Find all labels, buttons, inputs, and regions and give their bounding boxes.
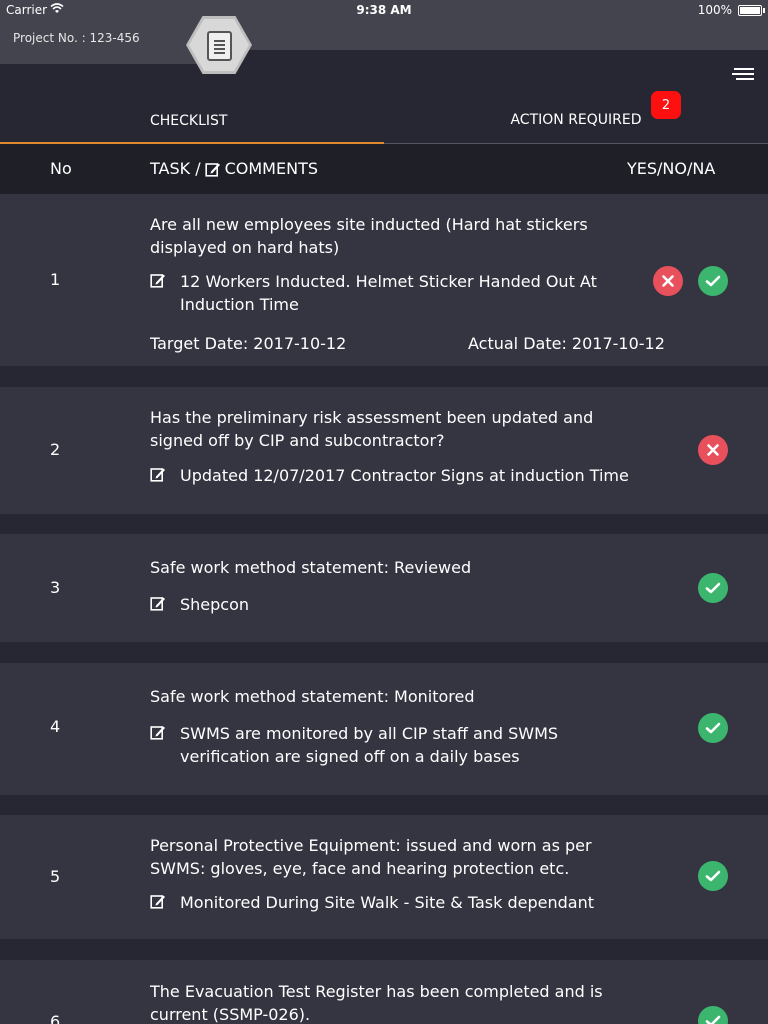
row-comment[interactable]: SWMS are monitored by all CIP staff and … (150, 722, 640, 768)
row-task: Are all new employees site inducted (Har… (150, 215, 588, 257)
edit-icon[interactable] (150, 466, 166, 482)
tab-checklist-label: CHECKLIST (150, 113, 228, 129)
check-icon (705, 870, 721, 882)
edit-icon[interactable] (150, 595, 166, 611)
status-time: 9:38 AM (356, 3, 412, 17)
checklist-row[interactable]: 1 Are all new employees site inducted (H… (0, 194, 768, 366)
edit-icon[interactable] (150, 724, 166, 740)
column-header-no: No (50, 159, 72, 178)
row-task: Has the preliminary risk assessment been… (150, 408, 594, 450)
row-number: 6 (50, 1012, 61, 1024)
table-header: No TASK / COMMENTS YES/NO/NA (0, 144, 768, 194)
checklist-row[interactable]: 2 Has the preliminary risk assessment be… (0, 387, 768, 514)
column-header-answer: YES/NO/NA (627, 159, 716, 178)
row-number: 2 (50, 440, 61, 459)
row-comment-text: 12 Workers Inducted. Helmet Sticker Hand… (180, 272, 597, 314)
battery-icon (738, 5, 765, 16)
row-number: 4 (50, 717, 61, 736)
column-header-task-prefix: TASK / (150, 159, 201, 178)
edit-icon[interactable] (150, 272, 166, 288)
row-comment[interactable]: Updated 12/07/2017 Contractor Signs at i… (150, 464, 640, 487)
row-comment[interactable]: Shepcon (150, 593, 640, 616)
check-icon (705, 1015, 721, 1024)
checklist-row[interactable]: 3 Safe work method statement: Reviewed S… (0, 534, 768, 642)
row-comment[interactable]: Monitored During Site Walk - Site & Task… (150, 891, 640, 914)
row-comment-text: Shepcon (180, 595, 250, 614)
checklist-row[interactable]: 6 The Evacuation Test Register has been … (0, 960, 768, 1024)
tab-action-required[interactable]: ACTION REQUIRED (384, 96, 768, 144)
answer-yes-button[interactable] (698, 573, 728, 603)
row-comment[interactable]: 12 Workers Inducted. Helmet Sticker Hand… (150, 270, 640, 316)
answer-no-button[interactable] (653, 266, 683, 296)
answer-yes-button[interactable] (698, 861, 728, 891)
target-date: Target Date: 2017-10-12 (150, 334, 347, 353)
row-number: 3 (50, 578, 61, 597)
checklist-row[interactable]: 4 Safe work method statement: Monitored … (0, 663, 768, 795)
answer-yes-button[interactable] (698, 1006, 728, 1024)
battery-percent: 100% (697, 3, 732, 17)
menu-icon[interactable] (732, 66, 754, 82)
edit-icon[interactable] (150, 893, 166, 909)
edit-icon (205, 162, 220, 177)
tab-action-required-label: ACTION REQUIRED (510, 111, 642, 128)
x-icon (662, 275, 674, 287)
checklist-row[interactable]: 5 Personal Protective Equipment: issued … (0, 815, 768, 939)
tab-checklist[interactable]: CHECKLIST (0, 96, 384, 144)
actual-date: Actual Date: 2017-10-12 (468, 334, 665, 353)
action-required-badge: 2 (651, 91, 681, 119)
column-header-task-suffix: COMMENTS (224, 159, 318, 178)
x-icon (707, 444, 719, 456)
answer-yes-button[interactable] (698, 713, 728, 743)
check-icon (705, 582, 721, 594)
answer-yes-button[interactable] (698, 266, 728, 296)
answer-no-button[interactable] (698, 435, 728, 465)
row-number: 5 (50, 867, 61, 886)
header-bar (220, 20, 768, 50)
document-icon[interactable] (207, 31, 232, 61)
row-comment-text: Monitored During Site Walk - Site & Task… (180, 893, 594, 912)
check-icon (705, 275, 721, 287)
row-comment-text: SWMS are monitored by all CIP staff and … (180, 724, 559, 766)
row-comment-text: Updated 12/07/2017 Contractor Signs at i… (180, 466, 629, 485)
project-number: Project No. : 123-456 (13, 31, 140, 45)
row-task: Safe work method statement: Reviewed (150, 558, 472, 577)
check-icon (705, 722, 721, 734)
row-dates: Target Date: 2017-10-12 Actual Date: 201… (150, 334, 670, 353)
row-task: Personal Protective Equipment: issued an… (150, 836, 592, 878)
status-bar: Carrier 9:38 AM 100% (0, 0, 768, 20)
row-number: 1 (50, 270, 61, 289)
column-header-task: TASK / COMMENTS (150, 159, 318, 178)
row-task: The Evacuation Test Register has been co… (150, 982, 603, 1024)
row-task: Safe work method statement: Monitored (150, 687, 475, 706)
